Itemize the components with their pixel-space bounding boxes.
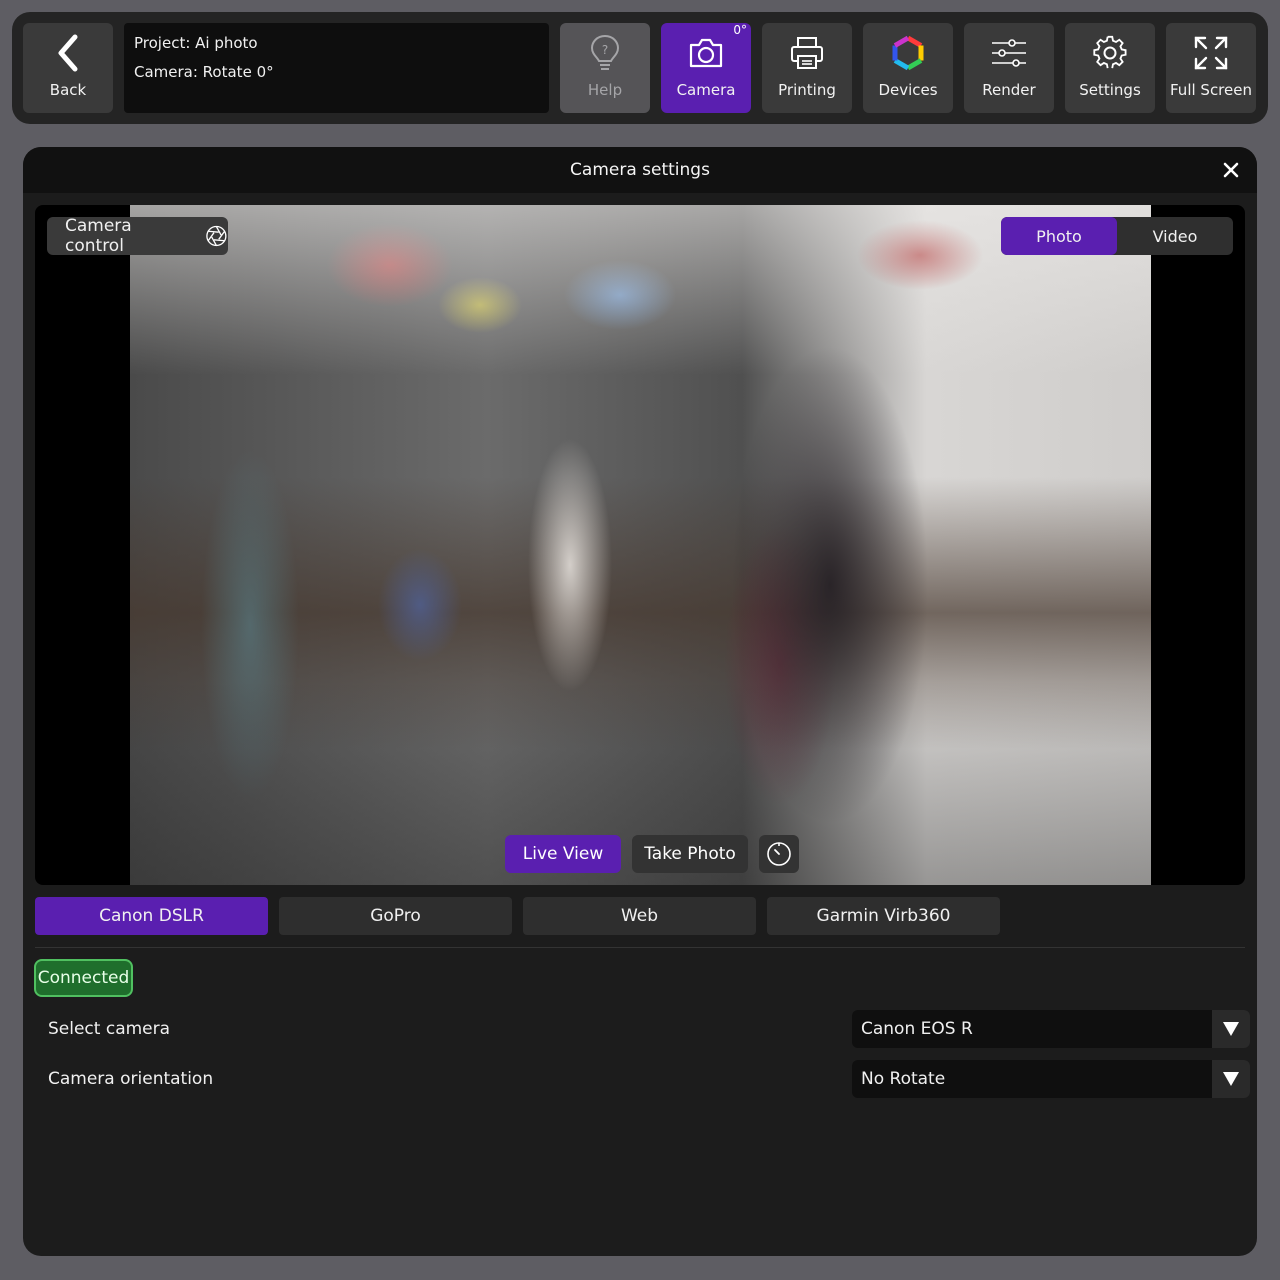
sliders-icon [989, 33, 1029, 73]
close-button[interactable] [1219, 158, 1243, 182]
camera-orientation-value: No Rotate [861, 1069, 946, 1089]
camera-rotation-badge: 0° [733, 23, 747, 37]
timer-icon [767, 842, 791, 866]
source-tab-garmin-virb360[interactable]: Garmin Virb360 [767, 897, 1000, 935]
back-label: Back [49, 81, 87, 99]
printing-label: Printing [778, 81, 836, 99]
project-info: Project: Ai photo Camera: Rotate 0° [124, 23, 549, 113]
chevron-left-icon [48, 33, 88, 73]
select-camera-value: Canon EOS R [861, 1019, 973, 1039]
dialog-title: Camera settings [570, 160, 710, 180]
camera-button[interactable]: 0° Camera [661, 23, 751, 113]
back-button[interactable]: Back [23, 23, 113, 113]
settings-label: Settings [1079, 81, 1141, 99]
expand-icon [1191, 33, 1231, 73]
camera-preview: Camera control Photo Video Live View Tak… [35, 205, 1245, 885]
gear-icon [1090, 33, 1130, 73]
help-label: Help [587, 81, 623, 99]
camera-control-label: Camera control [65, 216, 132, 256]
select-camera-dropdown[interactable]: Canon EOS R [852, 1010, 1250, 1048]
live-view-image [130, 205, 1151, 885]
camera-orientation-dropdown[interactable]: No Rotate [852, 1060, 1250, 1098]
camera-control-button[interactable]: Camera control [47, 216, 228, 256]
render-label: Render [982, 81, 1036, 99]
video-mode-button[interactable]: Video [1117, 217, 1233, 255]
dialog-header: Camera settings [23, 147, 1257, 193]
render-button[interactable]: Render [964, 23, 1054, 113]
settings-button[interactable]: Settings [1065, 23, 1155, 113]
hexagon-ring-icon [888, 33, 928, 73]
fullscreen-label: Full Screen [1170, 81, 1252, 99]
devices-button[interactable]: Devices [863, 23, 953, 113]
select-camera-label: Select camera [48, 1019, 171, 1039]
printing-button[interactable]: Printing [762, 23, 852, 113]
triangle-down-icon [1212, 1060, 1250, 1098]
fullscreen-button[interactable]: Full Screen [1166, 23, 1256, 113]
divider [35, 947, 1245, 948]
triangle-down-icon [1212, 1010, 1250, 1048]
take-photo-button[interactable]: Take Photo [632, 835, 748, 873]
connection-status-badge: Connected [34, 959, 133, 997]
live-view-button[interactable]: Live View [505, 835, 621, 873]
help-button[interactable]: ? Help [560, 23, 650, 113]
photo-video-toggle: Photo Video [1001, 217, 1233, 255]
camera-icon [686, 33, 726, 73]
devices-label: Devices [878, 81, 938, 99]
timer-button[interactable] [759, 835, 799, 873]
source-tab-canon-dslr[interactable]: Canon DSLR [35, 897, 268, 935]
close-icon [1223, 162, 1239, 178]
aperture-icon [206, 225, 227, 247]
photo-mode-button[interactable]: Photo [1001, 217, 1117, 255]
camera-orientation-label: Camera orientation [48, 1069, 214, 1089]
top-toolbar: Back Project: Ai photo Camera: Rotate 0°… [12, 12, 1268, 124]
camera-rotation-info: Camera: Rotate 0° [134, 63, 274, 81]
camera-label: Camera [676, 81, 736, 99]
project-name: Project: Ai photo [134, 34, 258, 52]
printer-icon [787, 33, 827, 73]
svg-text:?: ? [602, 43, 608, 57]
lightbulb-icon: ? [585, 33, 625, 73]
camera-settings-dialog: Camera settings Camera control Photo Vid… [23, 147, 1257, 1256]
source-tab-web[interactable]: Web [523, 897, 756, 935]
source-tab-gopro[interactable]: GoPro [279, 897, 512, 935]
